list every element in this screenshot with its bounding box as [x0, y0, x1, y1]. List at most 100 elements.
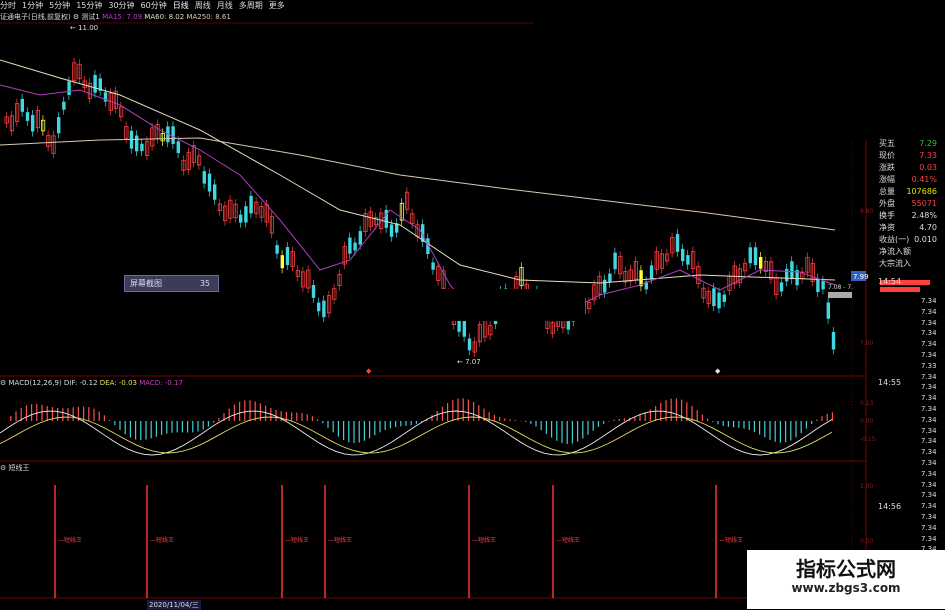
candle-body: [712, 288, 715, 306]
watermark-url: www.zbgs3.com: [747, 581, 945, 595]
svg-text:0.13: 0.13: [860, 400, 874, 407]
candle-body: [608, 274, 611, 283]
candle-body: [723, 295, 726, 302]
macd-bar: [327, 421, 328, 428]
tab-intraday[interactable]: 分时: [0, 1, 16, 10]
macd-bar: [442, 407, 443, 421]
macd-bar: [728, 421, 729, 427]
quote-label: 涨跌: [879, 162, 895, 174]
quote-label: 买五: [879, 138, 895, 150]
quote-label: 换手: [879, 210, 895, 222]
candle-body: [317, 303, 320, 312]
macd-bar: [452, 400, 453, 421]
macd-bar: [577, 421, 578, 442]
candle-body: [827, 302, 830, 318]
macd-bar: [145, 421, 146, 440]
macd-bar: [156, 421, 157, 437]
tab-more[interactable]: 更多: [269, 1, 285, 10]
tab-monthly[interactable]: 月线: [217, 1, 233, 10]
macd-bar: [197, 421, 198, 431]
candle-body: [348, 238, 351, 254]
macd-bar: [702, 414, 703, 421]
redacted-bar: [360, 289, 585, 321]
candle-body: [203, 171, 206, 183]
macd-bar: [364, 421, 365, 441]
macd-bar: [801, 421, 802, 433]
macd-bar: [561, 421, 562, 443]
macd-dea: DEA: -0.03: [100, 379, 137, 387]
tab-weekly[interactable]: 周线: [195, 1, 211, 10]
tab-30min[interactable]: 30分钟: [108, 1, 134, 10]
tab-multi[interactable]: 多周期: [239, 1, 263, 10]
macd-bar: [655, 406, 656, 421]
candle-body: [171, 126, 174, 144]
tab-60min[interactable]: 60分钟: [141, 1, 167, 10]
quote-row: 大宗流入: [866, 258, 945, 270]
macd-dif: DIF: -0.12: [64, 379, 98, 387]
candle-body: [785, 269, 788, 282]
settings-icon[interactable]: ⚙: [73, 13, 79, 21]
candle-body: [57, 117, 60, 133]
signal-label: —短线王: [472, 536, 496, 544]
candle-body: [140, 144, 143, 151]
macd-bar: [743, 421, 744, 429]
macd-bar: [338, 421, 339, 437]
macd-bar: [473, 402, 474, 421]
quote-label: 净资: [879, 222, 895, 234]
macd-bar: [281, 411, 282, 421]
macd-settings-icon[interactable]: ⚙: [0, 379, 6, 387]
tick-price: 7.34: [921, 329, 937, 337]
macd-bar: [177, 421, 178, 432]
macd-bar: [691, 406, 692, 421]
tab-daily[interactable]: 日线: [173, 1, 189, 10]
macd-bar: [416, 421, 417, 424]
macd-bar: [697, 410, 698, 421]
quote-row: 收益(一)0.010: [866, 234, 945, 246]
tick-price: 7.34: [921, 383, 937, 391]
svg-text:-0.15: -0.15: [860, 436, 876, 443]
candle-body: [686, 255, 689, 264]
price-tag: 7.99: [853, 273, 869, 281]
candle-body: [62, 102, 65, 110]
macd-bar: [504, 418, 505, 421]
time-label-2: 14:55: [878, 378, 901, 387]
redacted-area: [534, 0, 945, 139]
indicator-name[interactable]: 测试1: [81, 13, 99, 21]
tick-price: 7.34: [921, 437, 937, 445]
signal-label: —短线王: [719, 536, 743, 544]
macd-bar: [187, 421, 188, 433]
macd-bar: [244, 400, 245, 421]
indicator-info: 证通电子(日线,前复权) ⚙ 测试1 MA15: 7.09 MA60: 8.02…: [0, 11, 540, 23]
candle-body: [213, 184, 216, 199]
tick-price: 7.34: [921, 416, 937, 424]
macd-bar: [26, 405, 27, 421]
macd-title[interactable]: MACD(12,26,9): [9, 379, 62, 387]
tab-15min[interactable]: 15分钟: [76, 1, 102, 10]
macd-bar: [515, 420, 516, 421]
macd-bar: [348, 421, 349, 442]
macd-bar: [213, 421, 214, 423]
ma250-value: MA250: 8.61: [186, 13, 230, 21]
signal-title[interactable]: 短线王: [9, 464, 30, 472]
signal-settings-icon[interactable]: ⚙: [0, 464, 6, 472]
macd-bar: [31, 404, 32, 421]
macd-bar: [374, 421, 375, 435]
macd-bar: [125, 421, 126, 434]
tab-1min[interactable]: 1分钟: [22, 1, 43, 10]
quote-value: 0.03: [919, 162, 937, 174]
macd-bar: [499, 417, 500, 421]
macd-bar: [650, 409, 651, 421]
macd-bar: [234, 405, 235, 421]
macd-bar: [775, 421, 776, 442]
macd-bar: [780, 421, 781, 443]
signal-label: —短线王: [150, 536, 174, 544]
macd-bar: [785, 421, 786, 442]
macd-bar: [73, 407, 74, 421]
quote-label: 涨幅: [879, 174, 895, 186]
quote-value: 2.48%: [912, 210, 937, 222]
signal-label: —短线王: [328, 536, 352, 544]
candle-body: [31, 115, 34, 132]
macd-bar: [99, 411, 100, 421]
candle-body: [286, 247, 289, 265]
tab-5min[interactable]: 5分钟: [49, 1, 70, 10]
